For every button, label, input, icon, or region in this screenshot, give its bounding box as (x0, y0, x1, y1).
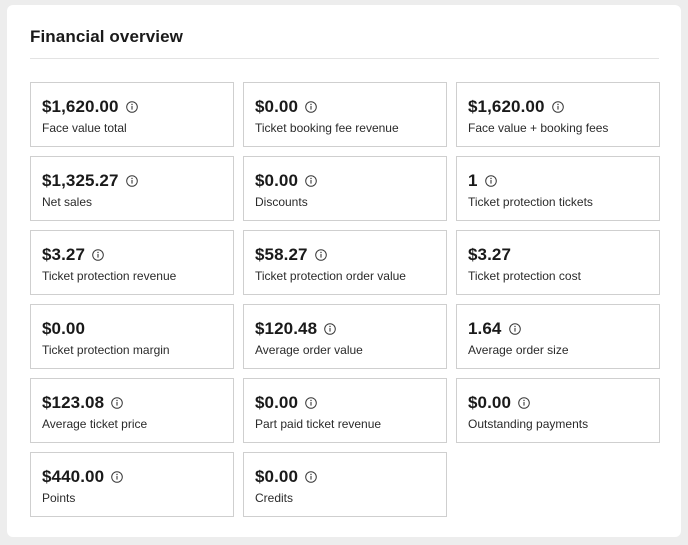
metric-value: $0.00 (255, 96, 299, 116)
metric-value: $58.27 (255, 244, 308, 264)
metric-value-row: $1,620.00 (468, 96, 648, 117)
metric-card: $0.00 Ticket protection margin (30, 304, 234, 369)
metric-label: Average ticket price (42, 417, 148, 431)
metric-card: $1,620.00 Face value + booking fees (456, 82, 660, 147)
metric-card: $1,620.00 Face value total (30, 82, 234, 147)
metric-value: $0.00 (255, 392, 299, 412)
metric-value-row: $3.27 (468, 244, 648, 265)
metric-card: $0.00 Part paid ticket revenue (243, 378, 447, 443)
metric-value: $440.00 (42, 466, 105, 486)
metric-value-row: 1 (468, 170, 648, 191)
info-icon[interactable] (551, 100, 564, 113)
financial-overview-panel: Financial overview $1,620.00 Face value t… (7, 5, 681, 537)
metric-label: Average order value (255, 343, 363, 357)
metric-card: $58.27 Ticket protection order value (243, 230, 447, 295)
metric-card: 1.64 Average order size (456, 304, 660, 369)
info-icon[interactable] (305, 470, 317, 483)
metric-label: Ticket protection revenue (42, 269, 177, 283)
metric-value: 1.64 (468, 318, 502, 338)
metric-value: $120.48 (255, 318, 318, 338)
metric-label: Ticket protection margin (42, 343, 170, 357)
metric-label: Ticket protection order value (255, 269, 406, 283)
info-icon[interactable] (305, 174, 317, 187)
metric-card: 1 Ticket protection tickets (456, 156, 660, 221)
title-divider (30, 58, 659, 59)
metric-value-row: 1.64 (468, 318, 648, 339)
info-icon[interactable] (125, 100, 138, 113)
metric-value: $0.00 (468, 392, 512, 412)
metric-value-row: $0.00 (468, 392, 648, 413)
metric-label: Ticket protection tickets (468, 195, 593, 209)
metric-value-row: $123.08 (42, 392, 222, 413)
metric-card: $0.00 Outstanding payments (456, 378, 660, 443)
metric-label: Average order size (468, 343, 569, 357)
metric-value: $0.00 (255, 170, 299, 190)
metric-card: $1,325.27 Net sales (30, 156, 234, 221)
metrics-grid: $1,620.00 Face value total $0.00 Ticket boo… (30, 82, 660, 517)
info-icon[interactable] (305, 100, 317, 113)
metric-value: $0.00 (255, 466, 299, 486)
metric-label: Credits (255, 491, 294, 505)
metric-label: Discounts (255, 195, 308, 209)
info-icon[interactable] (92, 248, 104, 261)
metric-value-row: $1,325.27 (42, 170, 222, 191)
metric-value-row: $3.27 (42, 244, 222, 265)
panel-title: Financial overview (30, 27, 183, 46)
info-icon[interactable] (518, 396, 530, 409)
metric-label: Ticket booking fee revenue (255, 121, 399, 135)
metric-value: $3.27 (42, 244, 86, 264)
info-icon[interactable] (484, 174, 497, 187)
metric-value: $1,325.27 (42, 170, 119, 190)
metric-card: $120.48 Average order value (243, 304, 447, 369)
metric-label: Ticket protection cost (468, 269, 581, 283)
metric-value: $1,620.00 (42, 96, 119, 116)
info-icon[interactable] (305, 396, 317, 409)
metric-value-row: $0.00 (255, 466, 435, 487)
info-icon[interactable] (125, 174, 138, 187)
metric-value-row: $0.00 (255, 170, 435, 191)
metric-card: $3.27 Ticket protection cost (456, 230, 660, 295)
metric-value: $3.27 (468, 244, 512, 264)
metric-card: $123.08 Average ticket price (30, 378, 234, 443)
metric-value-row: $120.48 (255, 318, 435, 339)
metric-label: Part paid ticket revenue (255, 417, 382, 431)
metric-card: $0.00 Credits (243, 452, 447, 517)
info-icon[interactable] (314, 248, 327, 261)
metric-value-row: $0.00 (255, 392, 435, 413)
metric-value: 1 (468, 170, 478, 190)
metric-value-row: $0.00 (42, 318, 222, 339)
metric-value-row: $0.00 (255, 96, 435, 117)
metric-card: $440.00 Points (30, 452, 234, 517)
metric-value: $1,620.00 (468, 96, 545, 116)
metric-value-row: $440.00 (42, 466, 222, 487)
metric-card: $0.00 Ticket booking fee revenue (243, 82, 447, 147)
metric-value-row: $58.27 (255, 244, 435, 265)
info-icon[interactable] (111, 470, 123, 483)
metric-value-row: $1,620.00 (42, 96, 222, 117)
metric-label: Face value total (42, 121, 127, 135)
metric-card: $0.00 Discounts (243, 156, 447, 221)
info-icon[interactable] (111, 396, 123, 409)
metric-label: Face value + booking fees (468, 121, 609, 135)
metric-value: $0.00 (42, 318, 86, 338)
metric-label: Points (42, 491, 76, 505)
info-icon[interactable] (324, 322, 336, 335)
metric-value: $123.08 (42, 392, 105, 412)
metric-label: Net sales (42, 195, 93, 209)
info-icon[interactable] (508, 322, 521, 335)
metric-card: $3.27 Ticket protection revenue (30, 230, 234, 295)
metric-label: Outstanding payments (468, 417, 589, 431)
